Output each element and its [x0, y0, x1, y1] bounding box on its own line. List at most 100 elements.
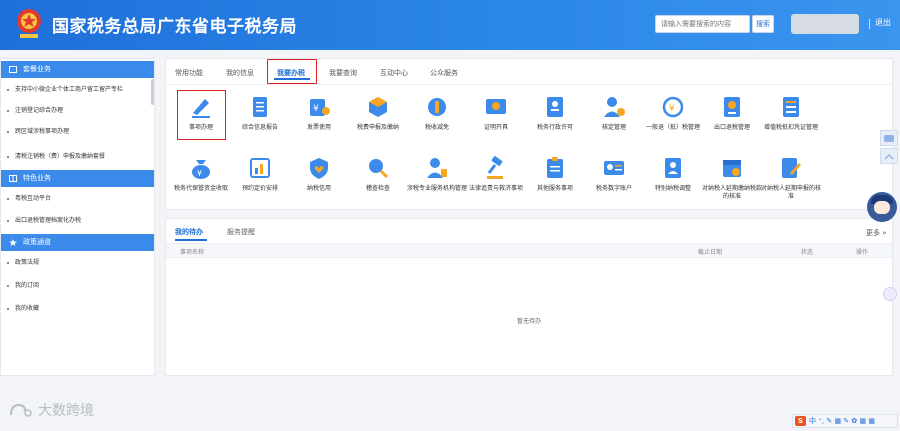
chat-icon: [884, 135, 894, 142]
service-matter-handling[interactable]: 事项办理: [170, 94, 232, 149]
sidebar-section-package[interactable]: 套餐业务: [1, 61, 154, 78]
more-link[interactable]: 更多 »: [866, 228, 887, 238]
tab-my-todo[interactable]: 我的待办: [175, 227, 203, 237]
sidebar-item[interactable]: 注销登记综合办理: [1, 101, 151, 121]
sogou-ime-icon[interactable]: S: [795, 416, 806, 426]
service-invoice-use[interactable]: ¥ 发票使用: [288, 94, 350, 149]
tab-query[interactable]: 我要查询: [329, 65, 357, 81]
column-header: 状态: [801, 249, 814, 256]
sidebar-section-special[interactable]: 特色业务: [1, 170, 154, 187]
service-tax-declare-pay[interactable]: 税费申报及缴纳: [347, 94, 409, 149]
header-divider: [869, 19, 870, 29]
bullet-icon: [7, 131, 9, 133]
sidebar-item[interactable]: 粤税互动平台: [1, 189, 151, 209]
column-header: 事项名称: [180, 249, 205, 256]
inspect-icon: [369, 159, 389, 179]
service-certificate[interactable]: 证明开具: [465, 94, 527, 149]
tab-common[interactable]: 常用功能: [175, 65, 203, 81]
bullet-icon: [7, 308, 9, 310]
service-label: 税务数字账户: [595, 185, 632, 192]
sidebar-scrollbar[interactable]: [151, 79, 154, 105]
chart-doc-icon: [250, 158, 270, 178]
sidebar-item[interactable]: 跨区域涉税事项办理: [1, 122, 151, 142]
heart-shield-icon: [310, 158, 328, 179]
service-label: 特别纳税调整: [654, 185, 691, 192]
service-fund-custody[interactable]: ¥ 税务代保管资金收取: [170, 155, 232, 210]
service-inspection[interactable]: 稽查检查: [347, 155, 409, 210]
service-tax-credit[interactable]: 纳税信用: [288, 155, 350, 210]
sidebar-item[interactable]: 出口退税管理档案化办税: [1, 211, 151, 231]
tab-service-reminder[interactable]: 服务提醒: [227, 227, 255, 237]
service-admin-license[interactable]: 税务行政许可: [524, 94, 586, 149]
service-label: 对纳税人延期申报的核准: [760, 185, 821, 200]
service-vat-deduction[interactable]: 增值税抵扣凭证管理: [760, 94, 822, 149]
empty-state-text: 暂无待办: [516, 318, 541, 325]
column-header: 操作: [856, 249, 869, 256]
service-label: 一般退（抵）税管理: [645, 124, 700, 131]
sidebar-item-label: 注销登记综合办理: [15, 107, 64, 114]
top-header: 国家税务总局广东省电子税务局 搜索 退出: [0, 0, 900, 50]
service-advance-pricing[interactable]: 预约定价安排: [229, 155, 291, 210]
sidebar-section-title: 特色业务: [23, 174, 51, 182]
tab-interaction[interactable]: 互动中心: [380, 65, 408, 81]
ime-toolbar[interactable]: S 中 ⁺, ✎ ▦ ✎ ✿ ▦ ▦: [792, 414, 898, 428]
service-legal-remedy[interactable]: 法律追责与救济事项: [465, 155, 527, 210]
sidebar-item-label: 我的订阅: [15, 282, 40, 289]
service-verification-mgmt[interactable]: 核定管理: [583, 94, 645, 149]
license-icon: [547, 97, 563, 117]
pen-icon: [192, 99, 210, 118]
service-tax-relief[interactable]: 税收减免: [406, 94, 468, 149]
service-export-refund[interactable]: 出口退税管理: [701, 94, 763, 149]
service-label: 核定管理: [601, 124, 626, 131]
watermark-logo-icon: [10, 403, 32, 417]
service-deferred-filing[interactable]: 对纳税人延期申报的核准: [760, 155, 822, 210]
sidebar-section-title: 政策通道: [23, 238, 51, 246]
site-title: 国家税务总局广东省电子税务局: [52, 17, 297, 37]
service-label: 涉税专业服务机构管理: [406, 185, 467, 192]
service-label: 税务代保管资金收取: [173, 185, 228, 192]
service-label: 证明开具: [483, 124, 508, 131]
back-to-top-button[interactable]: [880, 148, 898, 164]
sidebar-item-label: 跨区域涉税事项办理: [15, 128, 70, 135]
services-panel: 常用功能 我的信息 我要办税 我要查询 互动中心 公众服务 事项办理 综合信息报…: [165, 58, 893, 210]
moneybag-icon: ¥: [192, 160, 210, 179]
todo-tab-underline: [175, 239, 207, 241]
agent-icon: [427, 158, 447, 178]
service-label: 法律追责与救济事项: [468, 185, 523, 192]
service-refund-mgmt[interactable]: ¥ 一般退（抵）税管理: [642, 94, 704, 149]
watermark-text: 大数跨境: [38, 403, 94, 419]
sidebar-item[interactable]: 支持中小微企业个体工商户留工留产专栏: [1, 80, 151, 100]
sidebar-item-label: 我的收藏: [15, 305, 40, 312]
svg-text:¥: ¥: [197, 169, 202, 178]
sidebar-item[interactable]: 我的收藏: [1, 299, 151, 319]
tab-public-service[interactable]: 公众服务: [430, 65, 458, 81]
search-button[interactable]: 搜索: [752, 15, 774, 33]
column-header: 截止日期: [698, 249, 723, 256]
service-digital-account[interactable]: 税务数字账户: [583, 155, 645, 210]
service-other-matters[interactable]: 其他服务事项: [524, 155, 586, 210]
bullet-icon: [7, 156, 9, 158]
clipboard-icon: [547, 157, 563, 178]
calendar-icon: [723, 160, 741, 177]
service-deferred-payment[interactable]: 对纳税人延期缴纳税款的核准: [701, 155, 763, 210]
edit-doc-icon: [782, 158, 801, 178]
sidebar-section-policy[interactable]: 政策通道: [1, 234, 154, 251]
user-gear-icon: [604, 97, 625, 117]
chat-float-button[interactable]: [880, 130, 898, 146]
search-input[interactable]: [655, 15, 750, 33]
ime-toolbar-icons[interactable]: 中 ⁺, ✎ ▦ ✎ ✿ ▦ ▦: [809, 416, 875, 426]
box-icon: [369, 97, 387, 117]
service-info-report[interactable]: 综合信息报告: [229, 94, 291, 149]
user-info-masked[interactable]: [791, 14, 859, 34]
logout-link[interactable]: 退出: [875, 17, 891, 28]
assistant-bubble-icon[interactable]: [883, 287, 897, 301]
sidebar-item[interactable]: 我的订阅: [1, 276, 151, 296]
tab-my-info[interactable]: 我的信息: [226, 65, 254, 81]
sidebar-item[interactable]: 清税注销税（费）申报及缴纳套餐: [1, 147, 151, 167]
sidebar-item[interactable]: 政策法规: [1, 253, 151, 273]
service-agency-mgmt[interactable]: 涉税专业服务机构管理: [406, 155, 468, 210]
assistant-robot-avatar[interactable]: [867, 192, 897, 222]
service-special-adjustment[interactable]: 特别纳税调整: [642, 155, 704, 210]
robot-face: [874, 201, 890, 214]
service-label: 其他服务事项: [536, 185, 573, 192]
